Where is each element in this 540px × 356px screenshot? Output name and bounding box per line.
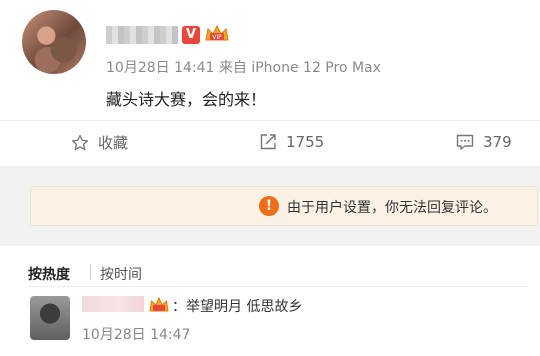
reply-restriction-notice: ! 由于用户设置，你无法回复评论。 — [30, 186, 538, 226]
post-source: 来自 iPhone 12 Pro Max — [218, 60, 381, 76]
sort-by-hot-tab[interactable]: 按热度 — [28, 264, 70, 284]
commenter-avatar[interactable] — [30, 296, 70, 340]
comment-button[interactable]: 379 — [455, 132, 512, 152]
comment-icon — [456, 134, 474, 150]
sort-divider — [90, 264, 91, 280]
post-text: 藏头诗大赛，会的来！ — [106, 90, 267, 109]
svg-text:VIP: VIP — [212, 34, 222, 41]
warning-icon: ! — [259, 196, 279, 216]
star-icon — [71, 134, 89, 150]
notice-text: 由于用户设置，你无法回复评论。 — [287, 200, 497, 216]
divider — [28, 286, 528, 287]
comment-separator: ： — [172, 299, 186, 315]
sort-by-time-tab[interactable]: 按时间 — [100, 264, 142, 284]
author-name-obscured[interactable] — [106, 26, 178, 44]
post-card: V VIP 10月28日 14:41 来自 iPhone 12 Pro Max … — [0, 0, 540, 120]
comment-body: 举望明月 低思故乡 — [186, 299, 303, 315]
comments-panel: 按热度 按时间 ：举望明月 低思故乡 10月28日 14:47 — [0, 246, 540, 356]
post-actions-bar: 收藏 1755 379 — [0, 120, 540, 166]
comment-count: 379 — [483, 133, 512, 151]
vip-crown-icon — [149, 296, 169, 312]
post-timestamp: 10月28日 14:41 — [106, 60, 215, 76]
repost-icon — [260, 134, 276, 150]
comment-timestamp: 10月28日 14:47 — [82, 327, 191, 343]
favorite-label: 收藏 — [98, 134, 129, 152]
author-avatar[interactable] — [22, 10, 86, 74]
comment-text: ：举望明月 低思故乡 — [172, 296, 302, 316]
verified-badge-icon: V — [182, 26, 200, 44]
repost-button[interactable]: 1755 — [258, 132, 324, 152]
commenter-name-obscured[interactable] — [82, 296, 144, 312]
repost-count: 1755 — [286, 133, 325, 151]
favorite-button[interactable]: 收藏 — [70, 132, 128, 153]
post-meta: 10月28日 14:41 来自 iPhone 12 Pro Max — [106, 57, 381, 77]
vip-crown-icon: VIP — [205, 24, 229, 41]
